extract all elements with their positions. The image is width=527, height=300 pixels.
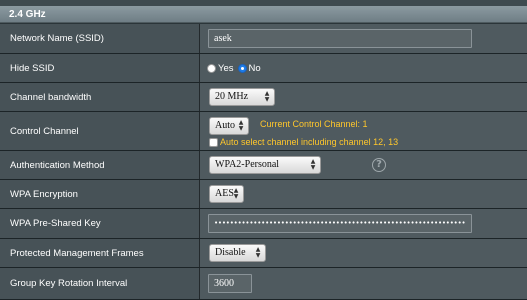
question-icon[interactable]: ? xyxy=(372,158,386,172)
row-ssid: Network Name (SSID) asek xyxy=(0,24,527,54)
row-wpa-encryption: WPA Encryption AES ▲ ▼ xyxy=(0,180,527,209)
row-channel-bandwidth: Channel bandwidth 20 MHz ▲ ▼ xyxy=(0,83,527,112)
channel-bandwidth-value-cell: 20 MHz ▲ ▼ xyxy=(200,83,527,111)
protected-management-frames-label: Protected Management Frames xyxy=(0,239,200,267)
auto-select-channel-checkbox[interactable] xyxy=(209,138,218,147)
hide-ssid-no-label[interactable]: No xyxy=(249,63,261,74)
row-control-channel: Control Channel Auto ▲ ▼ Current Control … xyxy=(0,112,527,151)
select-arrows-icon: ▲ ▼ xyxy=(238,119,244,132)
wpa-encryption-label: WPA Encryption xyxy=(0,180,200,208)
wpa-encryption-value-cell: AES ▲ ▼ xyxy=(200,180,527,208)
row-wpa-pre-shared-key: WPA Pre-Shared Key •••••••••••••••••••••… xyxy=(0,209,527,239)
ssid-input[interactable]: asek xyxy=(208,29,472,48)
hide-ssid-value-cell: Yes No xyxy=(200,54,527,82)
ssid-label: Network Name (SSID) xyxy=(0,24,200,53)
ssid-value-cell: asek xyxy=(200,24,527,53)
current-control-channel-text: Current Control Channel: 1 xyxy=(260,119,368,129)
wpa-encryption-value: AES xyxy=(215,188,234,199)
select-arrows-icon: ▲ ▼ xyxy=(233,187,239,200)
wpa-pre-shared-key-input[interactable]: ••••••••••••••••••••••••••••••••••••••••… xyxy=(208,214,472,233)
group-key-rotation-interval-value-cell: 3600 xyxy=(200,268,527,299)
auto-select-channel-label[interactable]: Auto select channel including channel 12… xyxy=(220,137,398,147)
authentication-method-value: WPA2-Personal xyxy=(215,159,280,170)
group-key-rotation-interval-input[interactable]: 3600 xyxy=(208,274,252,293)
wpa-pre-shared-key-label: WPA Pre-Shared Key xyxy=(0,209,200,238)
authentication-method-select[interactable]: WPA2-Personal ▲ ▼ xyxy=(209,156,321,174)
hide-ssid-label: Hide SSID xyxy=(0,54,200,82)
control-channel-select[interactable]: Auto ▲ ▼ xyxy=(209,117,249,135)
row-group-key-rotation-interval: Group Key Rotation Interval 3600 xyxy=(0,268,527,300)
wpa-encryption-select[interactable]: AES ▲ ▼ xyxy=(209,185,244,203)
authentication-method-label: Authentication Method xyxy=(0,151,200,179)
control-channel-label: Control Channel xyxy=(0,112,200,150)
select-arrows-icon: ▲ ▼ xyxy=(255,246,261,259)
row-protected-management-frames: Protected Management Frames Disable ▲ ▼ xyxy=(0,239,527,268)
hide-ssid-yes-label[interactable]: Yes xyxy=(218,63,234,74)
section-header: 2.4 GHz xyxy=(0,6,527,23)
control-channel-value-cell: Auto ▲ ▼ Current Control Channel: 1 Auto … xyxy=(200,112,527,150)
protected-management-frames-value-cell: Disable ▲ ▼ xyxy=(200,239,527,267)
control-channel-value: Auto xyxy=(215,120,235,131)
wpa-pre-shared-key-value-cell: ••••••••••••••••••••••••••••••••••••••••… xyxy=(200,209,527,238)
channel-bandwidth-select[interactable]: 20 MHz ▲ ▼ xyxy=(209,88,275,106)
channel-bandwidth-value: 20 MHz xyxy=(215,91,249,102)
group-key-rotation-interval-label: Group Key Rotation Interval xyxy=(0,268,200,299)
protected-management-frames-select[interactable]: Disable ▲ ▼ xyxy=(209,244,266,262)
select-arrows-icon: ▲ ▼ xyxy=(310,158,316,171)
select-arrows-icon: ▲ ▼ xyxy=(264,90,270,103)
protected-management-frames-value: Disable xyxy=(215,247,246,258)
row-authentication-method: Authentication Method WPA2-Personal ▲ ▼ ? xyxy=(0,151,527,180)
row-hide-ssid: Hide SSID Yes No xyxy=(0,54,527,83)
hide-ssid-no-radio[interactable] xyxy=(237,63,247,73)
authentication-method-value-cell: WPA2-Personal ▲ ▼ ? xyxy=(200,151,527,179)
hide-ssid-radio-group: Yes No xyxy=(207,54,265,82)
channel-bandwidth-label: Channel bandwidth xyxy=(0,83,200,111)
hide-ssid-yes-radio[interactable] xyxy=(207,63,216,73)
